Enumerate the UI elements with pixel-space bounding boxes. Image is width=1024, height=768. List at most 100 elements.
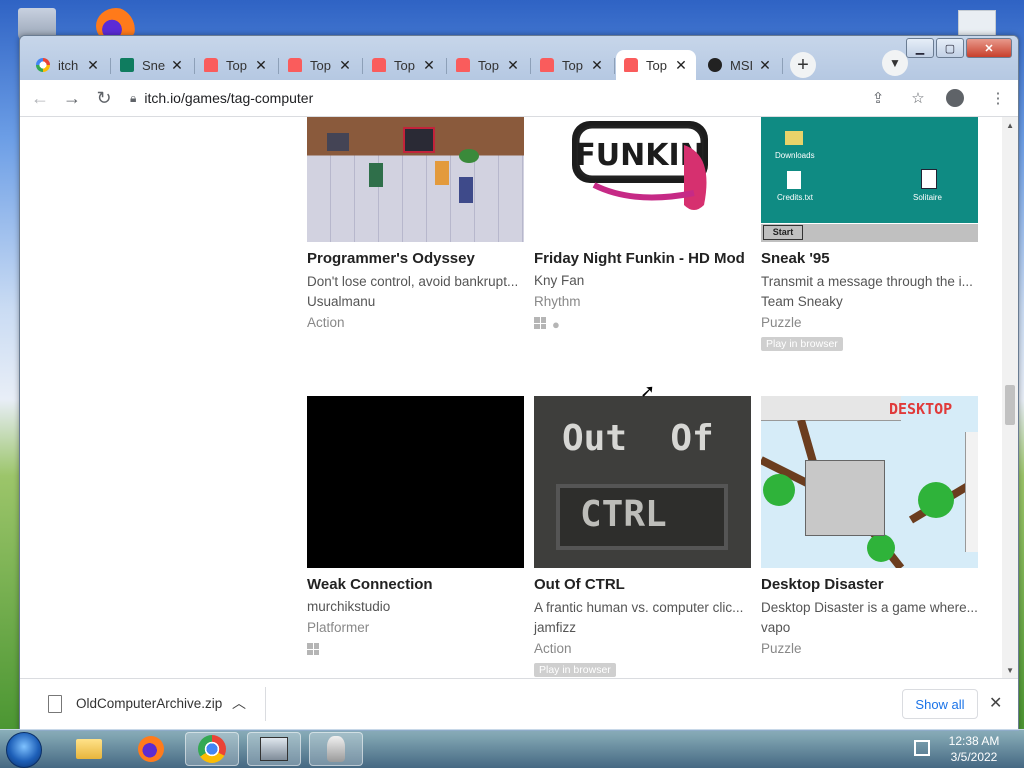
sheets-icon — [120, 58, 134, 72]
game-genre[interactable]: Puzzle — [761, 641, 978, 656]
taskbar-chrome[interactable] — [185, 732, 239, 766]
bookmark-star-icon[interactable]: ☆ — [906, 86, 930, 110]
game-card[interactable]: Programmer's Odyssey Don't lose control,… — [307, 117, 524, 330]
game-thumbnail[interactable]: DESKTOP — [761, 396, 978, 568]
scroll-thumb[interactable] — [1005, 385, 1015, 425]
game-card[interactable]: Out Of CTRL Out Of CTRL A frantic human … — [534, 396, 751, 677]
game-card[interactable]: FUNKIN Friday Night Funkin - HD Mod Kny … — [534, 117, 751, 332]
page-content: Programmer's Odyssey Don't lose control,… — [20, 117, 1018, 679]
back-arrow-icon[interactable]: ← — [28, 86, 52, 110]
itch-icon — [288, 58, 302, 72]
chess-icon — [327, 736, 345, 762]
close-icon[interactable]: ✕ — [254, 57, 268, 74]
show-all-button[interactable]: Show all — [902, 689, 978, 719]
game-genre[interactable]: Puzzle — [761, 315, 978, 330]
clock-time: 12:38 AM — [948, 734, 1000, 748]
minimize-button[interactable]: ▁ — [906, 38, 934, 58]
close-icon[interactable]: ✕ — [86, 57, 100, 74]
taskbar-explorer[interactable] — [62, 732, 116, 766]
solitaire-icon — [921, 169, 937, 189]
tab-google[interactable]: itch ✕ — [28, 50, 111, 80]
game-author[interactable]: Team Sneaky — [761, 294, 978, 309]
reload-icon[interactable]: ↻ — [92, 86, 116, 110]
monitor-icon — [403, 127, 435, 153]
menu-kebab-icon[interactable]: ⋮ — [986, 86, 1010, 110]
start-button[interactable] — [6, 732, 42, 768]
close-icon[interactable]: ✕ — [989, 693, 1002, 713]
firefox-icon — [138, 736, 164, 762]
platform-icons: ● — [534, 317, 751, 332]
game-genre[interactable]: Action — [307, 315, 524, 330]
game-thumbnail[interactable]: Downloads Credits.txt Solitaire Start — [761, 117, 978, 242]
close-icon[interactable]: ✕ — [338, 57, 352, 74]
game-card[interactable]: DESKTOP Desktop Disaster Desktop Disaste… — [761, 396, 978, 656]
game-thumbnail[interactable]: Out Of CTRL — [534, 396, 751, 568]
game-title[interactable]: Desktop Disaster — [761, 575, 978, 594]
tab-msi[interactable]: MSI ✕ — [700, 50, 783, 80]
browser-window: itch ✕ Sne ✕ Top ✕ Top ✕ Top ✕ Top ✕ Top ✕ Top ✕… — [19, 35, 1019, 731]
game-genre[interactable]: Rhythm — [534, 294, 751, 309]
play-in-browser-badge: Play in browser — [761, 337, 843, 351]
tab-itch[interactable]: Top ✕ — [448, 50, 531, 80]
network-icon[interactable] — [914, 740, 930, 756]
tab-itch[interactable]: Top ✕ — [364, 50, 447, 80]
maximize-button[interactable]: ▢ — [936, 38, 964, 58]
scroll-down-arrow-icon[interactable]: ▼ — [1006, 666, 1014, 675]
share-icon[interactable]: ⇪ — [866, 86, 890, 110]
tab-itch-active[interactable]: Top ✕ — [616, 50, 696, 80]
itch-icon — [372, 58, 386, 72]
game-description: Desktop Disaster is a game where... — [761, 600, 978, 615]
game-card[interactable]: Weak Connection murchikstudio Platformer — [307, 396, 524, 655]
game-author[interactable]: Usualmanu — [307, 294, 524, 309]
close-icon[interactable]: ✕ — [758, 57, 772, 74]
game-title[interactable]: Programmer's Odyssey — [307, 249, 524, 268]
windows-taskbar: 12:38 AM 3/5/2022 — [0, 729, 1024, 768]
close-icon[interactable]: ✕ — [674, 57, 688, 74]
game-thumbnail[interactable]: FUNKIN — [534, 117, 751, 242]
game-author[interactable]: vapo — [761, 620, 978, 635]
mouse-cursor-icon: ➚ — [640, 381, 656, 401]
tab-itch[interactable]: Top ✕ — [196, 50, 279, 80]
lock-icon[interactable]: 🔒︎ — [130, 91, 136, 106]
game-author[interactable]: Kny Fan — [534, 273, 751, 288]
taskbar-chess[interactable] — [309, 732, 363, 766]
close-icon[interactable]: ✕ — [590, 57, 604, 74]
window-close-button[interactable]: ✕ — [966, 38, 1012, 58]
thumb-side-panel — [965, 432, 978, 552]
game-title[interactable]: Sneak '95 — [761, 249, 978, 268]
game-title[interactable]: Weak Connection — [307, 575, 524, 594]
taskbar-firefox[interactable] — [124, 732, 178, 766]
game-thumbnail[interactable] — [307, 396, 524, 568]
close-icon[interactable]: ✕ — [422, 57, 436, 74]
tab-itch[interactable]: Top ✕ — [280, 50, 363, 80]
windows-icon — [307, 643, 319, 655]
tab-sheets[interactable]: Sne ✕ — [112, 50, 195, 80]
game-description: Don't lose control, avoid bankrupt... — [307, 274, 519, 289]
game-genre[interactable]: Platformer — [307, 620, 524, 635]
game-author[interactable]: jamfizz — [534, 620, 751, 635]
tab-itch[interactable]: Top ✕ — [532, 50, 615, 80]
download-filename[interactable]: OldComputerArchive.zip — [76, 696, 222, 711]
game-description: Transmit a message through the i... — [761, 274, 973, 289]
address-bar[interactable]: itch.io/games/tag-computer — [144, 90, 858, 106]
game-title[interactable]: Friday Night Funkin - HD Mod — [534, 249, 751, 268]
game-genre[interactable]: Action — [534, 641, 751, 656]
chevron-up-icon[interactable]: ︿ — [232, 693, 246, 713]
itch-icon — [540, 58, 554, 72]
google-icon — [36, 58, 50, 72]
taskbar-computer-app[interactable] — [247, 732, 301, 766]
new-tab-button[interactable]: + — [790, 52, 816, 78]
system-clock[interactable]: 12:38 AM 3/5/2022 — [944, 733, 1004, 765]
close-icon[interactable]: ✕ — [506, 57, 520, 74]
plant-icon — [459, 149, 479, 163]
profile-avatar-icon[interactable] — [946, 89, 964, 107]
game-card[interactable]: Downloads Credits.txt Solitaire Start Sn… — [761, 117, 978, 351]
page-scrollbar[interactable]: ▲ ▼ — [1002, 117, 1018, 679]
game-thumbnail[interactable] — [307, 117, 524, 242]
game-author[interactable]: murchikstudio — [307, 599, 524, 614]
scroll-up-arrow-icon[interactable]: ▲ — [1006, 121, 1014, 130]
close-icon[interactable]: ✕ — [170, 57, 184, 74]
ms-icon — [708, 58, 722, 72]
game-title[interactable]: Out Of CTRL — [534, 575, 751, 594]
forward-arrow-icon[interactable]: → — [60, 86, 84, 110]
